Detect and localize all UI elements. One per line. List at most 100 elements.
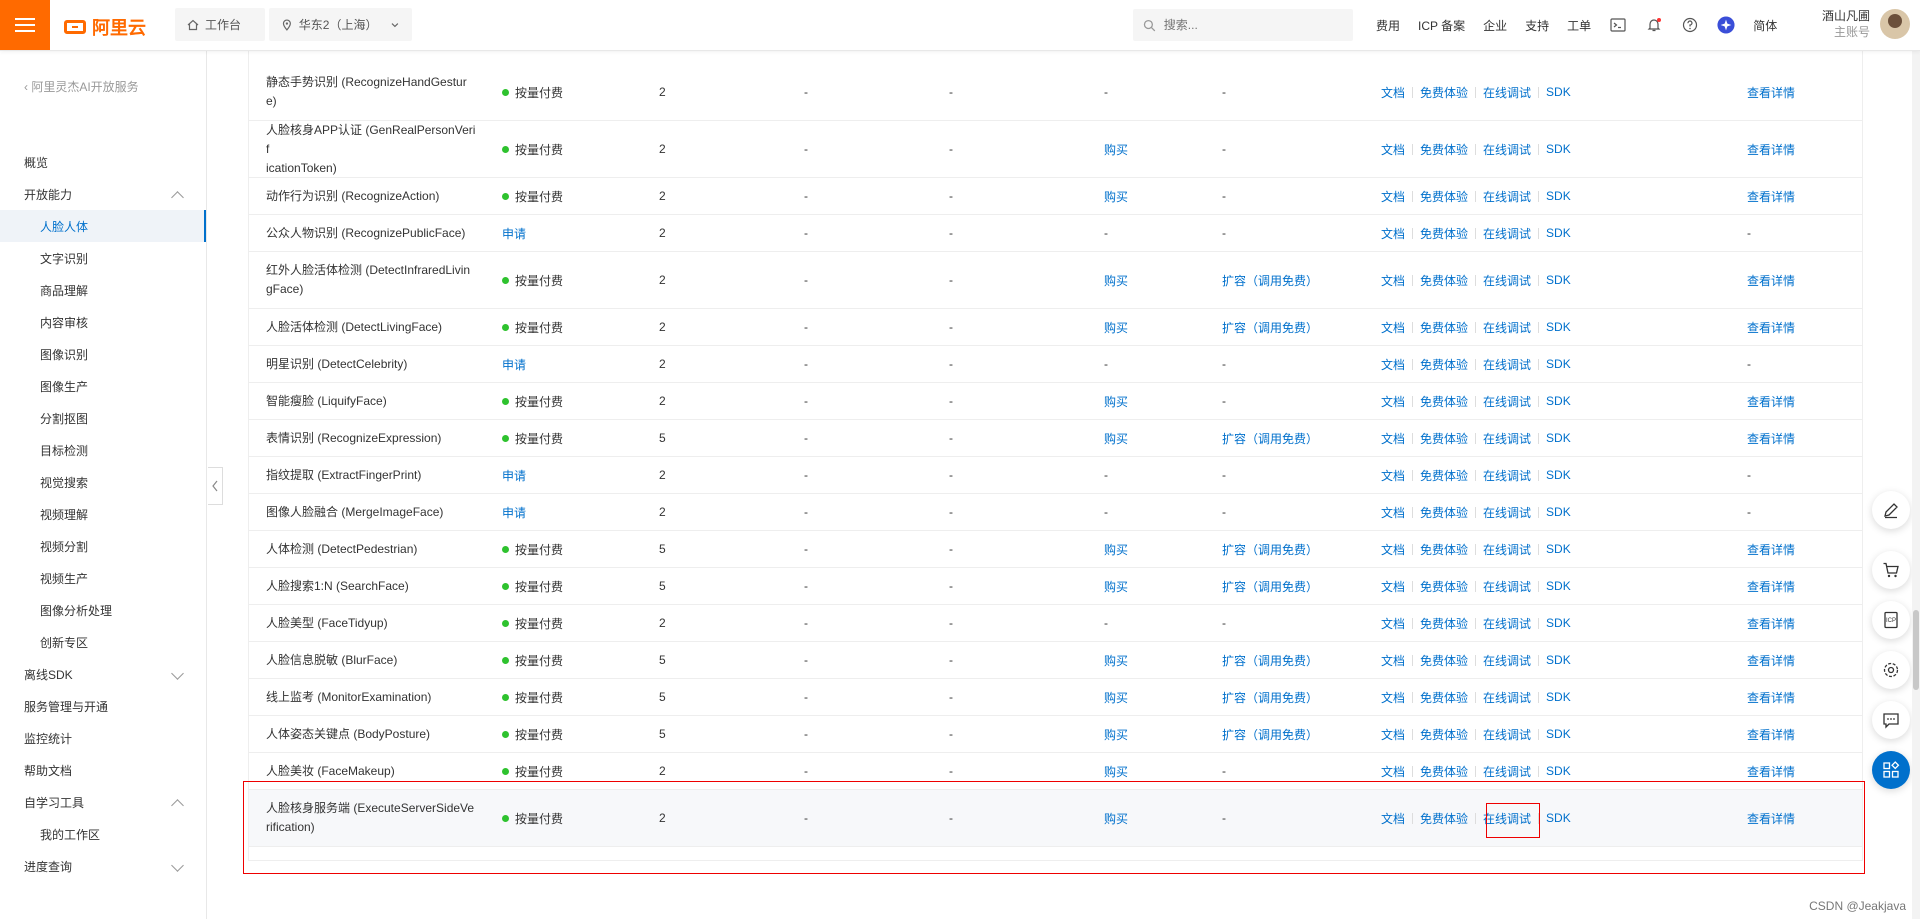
doc-link[interactable]: 文档 [1381,272,1405,289]
sidebar-item[interactable]: 目标检测 [0,434,206,466]
apply-link[interactable]: 申请 [502,225,526,242]
free-trial-link[interactable]: 免费体验 [1420,810,1468,827]
sidebar-item[interactable]: 监控统计 [0,722,206,754]
online-debug-link[interactable]: 在线调试 [1483,689,1531,706]
sidebar-item[interactable]: 离线SDK [0,658,206,690]
free-trial-link[interactable]: 免费体验 [1420,726,1468,743]
sidebar-item[interactable]: 开放能力 [0,178,206,210]
buy-link[interactable]: 购买 [1104,531,1128,567]
free-trial-link[interactable]: 免费体验 [1420,319,1468,336]
online-debug-link[interactable]: 在线调试 [1483,319,1531,336]
view-detail-link[interactable]: 查看详情 [1747,568,1795,604]
expand-link[interactable]: 扩容（调用免费） [1222,679,1318,715]
apply-link[interactable]: 申请 [502,504,526,521]
buy-link[interactable]: 购买 [1104,121,1128,177]
sdk-link[interactable]: SDK [1546,653,1571,667]
view-detail-link[interactable]: 查看详情 [1747,790,1795,846]
doc-link[interactable]: 文档 [1381,615,1405,632]
apply-link[interactable]: 申请 [502,467,526,484]
sdk-link[interactable]: SDK [1546,85,1571,99]
feedback-float-icon[interactable] [1872,701,1910,739]
online-debug-link[interactable]: 在线调试 [1483,430,1531,447]
online-debug-link[interactable]: 在线调试 [1483,541,1531,558]
expand-link[interactable]: 扩容（调用免费） [1222,309,1318,345]
doc-link[interactable]: 文档 [1381,225,1405,242]
free-trial-link[interactable]: 免费体验 [1420,689,1468,706]
view-detail-link[interactable]: 查看详情 [1747,753,1795,789]
sdk-link[interactable]: SDK [1546,468,1571,482]
sidebar-item[interactable]: 视觉搜索 [0,466,206,498]
sidebar-item[interactable]: 内容审核 [0,306,206,338]
region-selector[interactable]: 华东2（上海） [269,8,412,41]
billing-status[interactable]: 申请 [502,215,526,251]
online-debug-link[interactable]: 在线调试 [1483,188,1531,205]
edit-float-icon[interactable] [1872,491,1910,529]
buy-link[interactable]: 购买 [1104,252,1128,308]
doc-link[interactable]: 文档 [1381,763,1405,780]
sidebar-item[interactable]: 视频生产 [0,562,206,594]
sidebar-item[interactable]: 视频理解 [0,498,206,530]
doc-link[interactable]: 文档 [1381,467,1405,484]
doc-link[interactable]: 文档 [1381,726,1405,743]
expand-link[interactable]: 扩容（调用免费） [1222,252,1318,308]
free-trial-link[interactable]: 免费体验 [1420,578,1468,595]
nav-link-ticket[interactable]: 工单 [1567,17,1591,34]
sdk-link[interactable]: SDK [1546,727,1571,741]
sdk-link[interactable]: SDK [1546,142,1571,156]
doc-link[interactable]: 文档 [1381,393,1405,410]
page-scrollbar[interactable] [1912,50,1920,919]
free-trial-link[interactable]: 免费体验 [1420,541,1468,558]
sidebar-item[interactable]: 文字识别 [0,242,206,274]
buy-link[interactable]: 购买 [1104,753,1128,789]
language-switch[interactable]: 简体 [1753,17,1777,34]
view-detail-link[interactable]: 查看详情 [1747,383,1795,419]
view-detail-link[interactable]: 查看详情 [1747,531,1795,567]
free-trial-link[interactable]: 免费体验 [1420,272,1468,289]
buy-link[interactable]: 购买 [1104,716,1128,752]
doc-link[interactable]: 文档 [1381,319,1405,336]
buy-link[interactable]: 购买 [1104,642,1128,678]
doc-link[interactable]: 文档 [1381,141,1405,158]
sdk-link[interactable]: SDK [1546,616,1571,630]
sidebar-item[interactable]: 服务管理与开通 [0,690,206,722]
sidebar-item[interactable]: 人脸人体 [0,210,206,242]
sidebar-item[interactable]: 进度查询 [0,850,206,882]
online-debug-link[interactable]: 在线调试 [1483,810,1531,827]
view-detail-link[interactable]: 查看详情 [1747,309,1795,345]
doc-link[interactable]: 文档 [1381,84,1405,101]
expand-link[interactable]: 扩容（调用免费） [1222,420,1318,456]
buy-link[interactable]: 购买 [1104,679,1128,715]
free-trial-link[interactable]: 免费体验 [1420,141,1468,158]
sidebar-collapse-button[interactable] [208,467,223,505]
sdk-link[interactable]: SDK [1546,764,1571,778]
online-debug-link[interactable]: 在线调试 [1483,356,1531,373]
free-trial-link[interactable]: 免费体验 [1420,467,1468,484]
doc-link[interactable]: 文档 [1381,652,1405,669]
sidebar-back-link[interactable]: ‹ 阿里灵杰AI开放服务 [24,78,139,95]
online-debug-link[interactable]: 在线调试 [1483,652,1531,669]
online-debug-link[interactable]: 在线调试 [1483,393,1531,410]
free-trial-link[interactable]: 免费体验 [1420,652,1468,669]
scrollbar-thumb[interactable] [1913,610,1919,690]
buy-link[interactable]: 购买 [1104,309,1128,345]
billing-status[interactable]: 申请 [502,346,526,382]
sidebar-item[interactable]: 帮助文档 [0,754,206,786]
hamburger-menu-icon[interactable] [0,0,50,50]
view-detail-link[interactable]: 查看详情 [1747,64,1795,120]
view-detail-link[interactable]: 查看详情 [1747,716,1795,752]
nav-link-support[interactable]: 支持 [1525,17,1549,34]
billing-status[interactable]: 申请 [502,457,526,493]
apps-float-icon[interactable] [1872,751,1910,789]
online-debug-link[interactable]: 在线调试 [1483,726,1531,743]
sidebar-item[interactable]: 自学习工具 [0,786,206,818]
sdk-link[interactable]: SDK [1546,226,1571,240]
view-detail-link[interactable]: 查看详情 [1747,252,1795,308]
sidebar-item[interactable]: 视频分割 [0,530,206,562]
expand-link[interactable]: 扩容（调用免费） [1222,716,1318,752]
free-trial-link[interactable]: 免费体验 [1420,763,1468,780]
doc-link[interactable]: 文档 [1381,188,1405,205]
view-detail-link[interactable]: 查看详情 [1747,420,1795,456]
billing-status[interactable]: 申请 [502,494,526,530]
online-debug-link[interactable]: 在线调试 [1483,615,1531,632]
buy-link[interactable]: 购买 [1104,420,1128,456]
